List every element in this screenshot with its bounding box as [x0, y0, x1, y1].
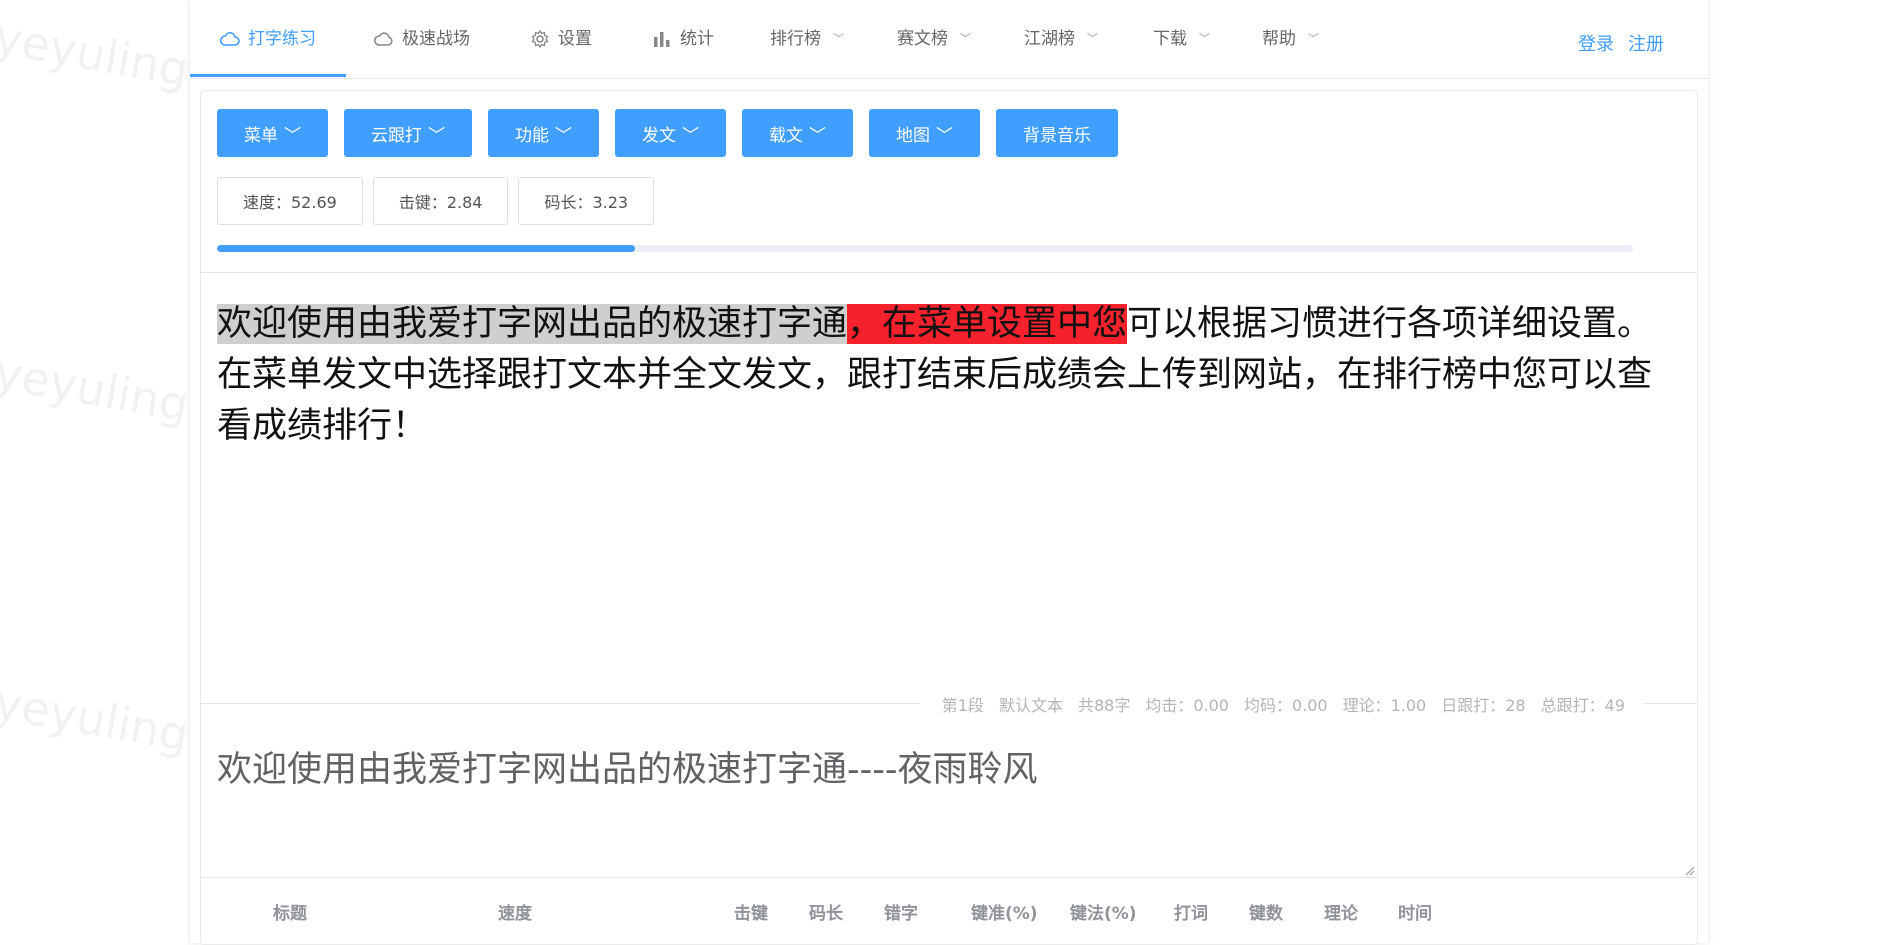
chevron-down-icon: ﹀	[555, 125, 572, 146]
chevron-down-icon: ﹀	[936, 125, 953, 146]
column-header: 键法(%)	[1070, 904, 1137, 924]
speed-stat: 速度：52.69	[217, 177, 363, 225]
divider	[201, 272, 1697, 273]
typing-panel: 菜单 ﹀ 云跟打 ﹀ 功能 ﹀ 发文 ﹀ 载文 ﹀ 地图 ﹀ 背景音乐 速度：5…	[200, 90, 1698, 945]
column-header: 打词	[1174, 904, 1208, 924]
load-text-button[interactable]: 载文 ﹀	[742, 109, 853, 157]
function-button[interactable]: 功能 ﹀	[488, 109, 599, 157]
text-name: 默认文本	[998, 696, 1063, 715]
menu-button[interactable]: 菜单 ﹀	[217, 109, 328, 157]
char-count: 共88字	[1077, 696, 1131, 715]
gear-icon	[530, 29, 550, 49]
avg-keystroke: 均击：0.00	[1145, 696, 1229, 715]
login-link[interactable]: 登录	[1578, 30, 1614, 56]
nav-label: 江湖榜	[1024, 29, 1075, 49]
chevron-down-icon: ﹀	[833, 32, 844, 45]
cloud-follow-button[interactable]: 云跟打 ﹀	[344, 109, 472, 157]
column-header: 理论	[1324, 904, 1358, 924]
background-music-button[interactable]: 背景音乐	[996, 109, 1118, 157]
chevron-down-icon: ﹀	[284, 125, 301, 146]
nav-label: 帮助	[1262, 29, 1296, 49]
column-header: 键准(%)	[971, 904, 1038, 924]
column-header: 击键	[734, 904, 768, 924]
chevron-down-icon: ﹀	[809, 125, 826, 146]
map-button[interactable]: 地图 ﹀	[869, 109, 980, 157]
total-count: 总跟打：49	[1540, 696, 1625, 715]
nav-label: 极速战场	[402, 29, 470, 49]
code-length-stat: 码长：3.23	[518, 177, 655, 225]
divider	[201, 877, 1697, 878]
nav-typing-practice[interactable]: 打字练习	[220, 0, 316, 78]
nav-label: 统计	[680, 29, 714, 49]
nav-speed-battle[interactable]: 极速战场	[374, 0, 470, 78]
send-text-button[interactable]: 发文 ﹀	[615, 109, 726, 157]
nav-contest-ranking[interactable]: 赛文榜 ﹀	[897, 0, 971, 78]
theory-value: 理论：1.00	[1342, 696, 1427, 715]
auth-links: 登录 注册	[1578, 30, 1664, 56]
bar-chart-icon	[652, 29, 672, 49]
chevron-down-icon: ﹀	[428, 125, 445, 146]
active-tab-indicator	[190, 74, 346, 77]
toolbar: 菜单 ﹀ 云跟打 ﹀ 功能 ﹀ 发文 ﹀ 载文 ﹀ 地图 ﹀ 背景音乐	[217, 109, 1118, 157]
nav-jianghu-ranking[interactable]: 江湖榜 ﹀	[1024, 0, 1098, 78]
nav-label: 下载	[1153, 29, 1187, 49]
error-text: ，在菜单设置中您	[847, 304, 1128, 344]
typed-text: 欢迎使用由我爱打字网出品的极速打字通	[217, 304, 848, 344]
article-text: 欢迎使用由我爱打字网出品的极速打字通，在菜单设置中您可以根据习惯进行各项详细设置…	[217, 299, 1667, 452]
column-header: 码长	[809, 904, 843, 924]
segment-number: 第1段	[941, 696, 984, 715]
nav-download[interactable]: 下载 ﹀	[1153, 0, 1210, 78]
stats-row: 速度：52.69 击键：2.84 码长：3.23	[217, 177, 655, 225]
nav-settings[interactable]: 设置	[530, 0, 592, 78]
chevron-down-icon: ﹀	[682, 125, 699, 146]
cloud-icon	[220, 29, 240, 49]
typing-input[interactable]: 欢迎使用由我爱打字网出品的极速打字通----夜雨聆风	[217, 741, 1677, 861]
avg-code: 均码：0.00	[1243, 696, 1328, 715]
chevron-down-icon: ﹀	[1308, 32, 1319, 45]
top-navbar: 打字练习 极速战场 设置 统计 排行榜 ﹀ 赛文榜 ﹀ 江湖榜 ﹀ 下载 ﹀ 帮…	[190, 0, 1708, 79]
column-header: 标题	[273, 904, 307, 924]
keystroke-stat: 击键：2.84	[372, 177, 509, 225]
chevron-down-icon: ﹀	[1199, 32, 1210, 45]
column-header: 时间	[1398, 904, 1432, 924]
register-link[interactable]: 注册	[1628, 30, 1664, 56]
daily-count: 日跟打：28	[1441, 696, 1526, 715]
column-header: 键数	[1249, 904, 1283, 924]
segment-info: 第1段 默认文本 共88字 均击：0.00 均码：0.00 理论：1.00 日跟…	[919, 692, 1643, 716]
results-table-header: 标题 速度 击键 码长 错字 键准(%) 键法(%) 打词 键数 理论 时间	[201, 891, 1697, 931]
cloud-outline-icon	[374, 29, 394, 49]
column-header: 错字	[884, 904, 918, 924]
chevron-down-icon: ﹀	[1087, 32, 1098, 45]
typing-progress-bar	[217, 245, 1633, 252]
nav-ranking[interactable]: 排行榜 ﹀	[770, 0, 844, 78]
nav-label: 打字练习	[248, 29, 316, 49]
main-container: 打字练习 极速战场 设置 统计 排行榜 ﹀ 赛文榜 ﹀ 江湖榜 ﹀ 下载 ﹀ 帮…	[190, 0, 1708, 945]
chevron-down-icon: ﹀	[960, 32, 971, 45]
progress-fill	[217, 245, 635, 252]
column-header: 速度	[498, 904, 532, 924]
resize-handle-icon[interactable]	[1683, 861, 1695, 876]
nav-label: 排行榜	[770, 29, 821, 49]
nav-label: 设置	[558, 29, 592, 49]
nav-label: 赛文榜	[897, 29, 948, 49]
nav-help[interactable]: 帮助 ﹀	[1262, 0, 1319, 78]
nav-statistics[interactable]: 统计	[652, 0, 714, 78]
